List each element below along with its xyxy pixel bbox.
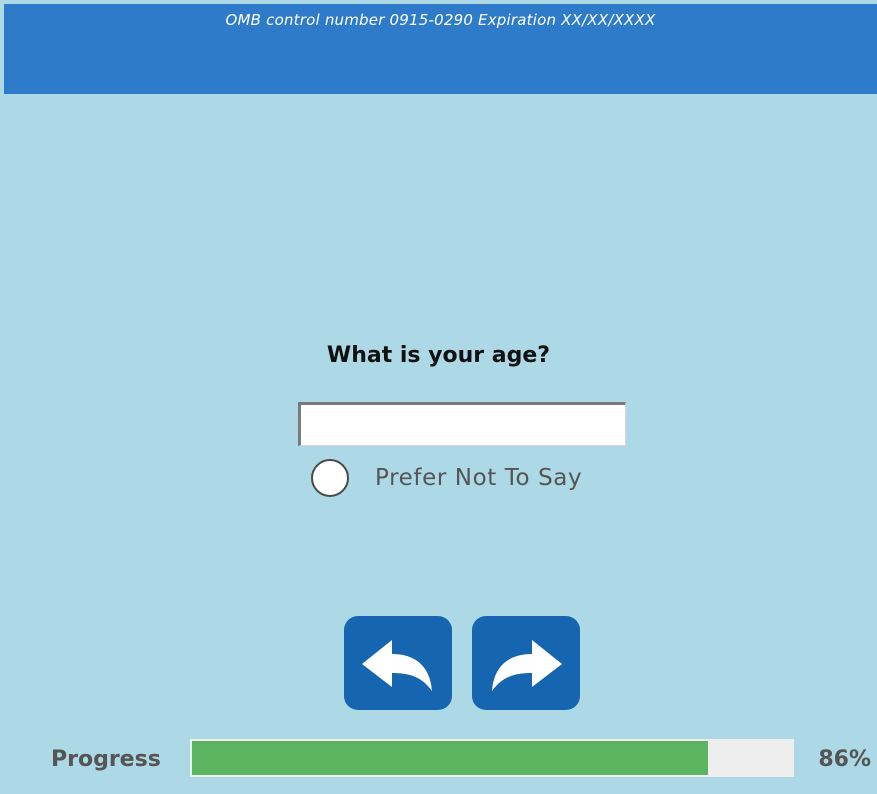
forward-arrow-icon bbox=[492, 640, 562, 691]
survey-page: OMB control number 0915-0290 Expiration … bbox=[0, 0, 877, 794]
back-arrow-icon bbox=[362, 640, 432, 691]
progress-bar bbox=[190, 739, 794, 777]
age-input[interactable] bbox=[298, 402, 626, 446]
header-bar: OMB control number 0915-0290 Expiration … bbox=[4, 4, 877, 94]
progress-percent: 86% bbox=[818, 747, 871, 772]
next-button[interactable] bbox=[472, 616, 580, 710]
omb-control-text: OMB control number 0915-0290 Expiration … bbox=[225, 11, 656, 29]
prefer-not-label: Prefer Not To Say bbox=[375, 465, 583, 491]
progress-label: Progress bbox=[51, 747, 161, 772]
prefer-not-to-say-option[interactable]: Prefer Not To Say bbox=[311, 457, 582, 499]
question-text: What is your age? bbox=[326, 343, 551, 368]
prefer-not-radio[interactable] bbox=[311, 459, 349, 497]
back-button[interactable] bbox=[344, 616, 452, 710]
progress-bar-fill bbox=[192, 741, 708, 775]
